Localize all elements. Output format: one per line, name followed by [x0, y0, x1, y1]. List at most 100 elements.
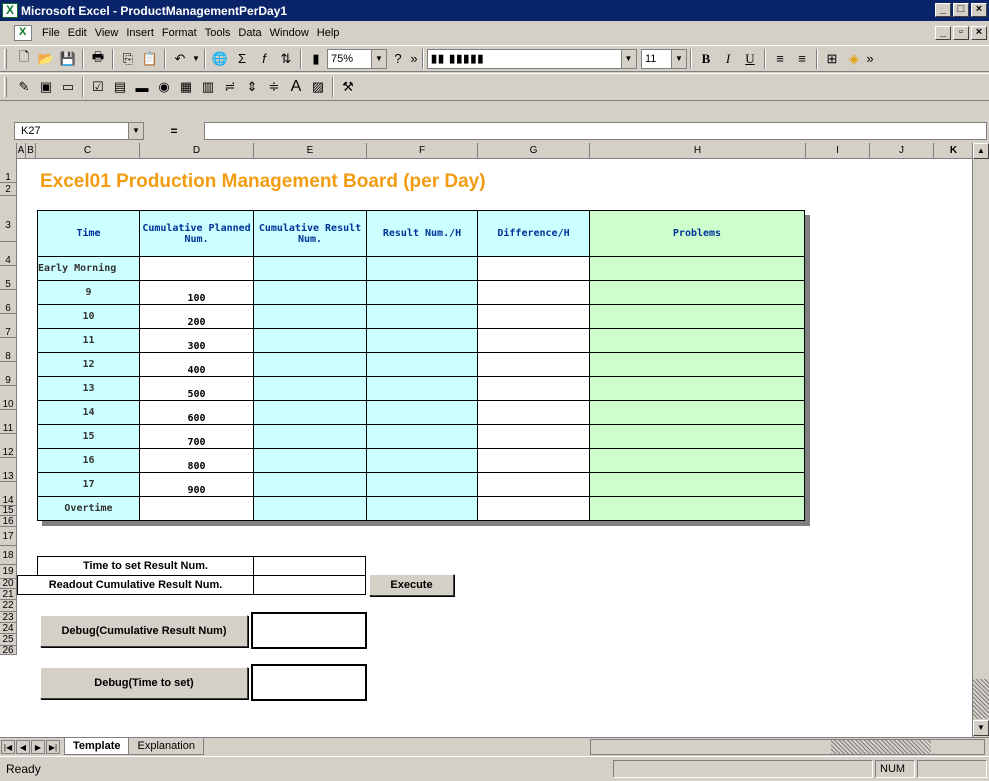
header-difference[interactable]: Difference/H [477, 210, 590, 257]
sort-ascending-icon[interactable]: ⇅ [275, 48, 297, 70]
planned-cell[interactable]: 200 [139, 304, 254, 329]
close-button[interactable]: × [971, 3, 987, 17]
problems-cell[interactable] [589, 496, 805, 521]
maximize-button[interactable]: □ [953, 3, 969, 17]
menu-window[interactable]: Window [266, 27, 313, 39]
toolbar-grip[interactable] [4, 48, 7, 69]
row-header[interactable]: 9 [0, 362, 17, 386]
select-all-corner[interactable] [0, 143, 17, 159]
function-icon[interactable]: f [253, 48, 275, 70]
planned-cell[interactable]: 700 [139, 424, 254, 449]
planned-cell[interactable]: 300 [139, 328, 254, 353]
column-header-c[interactable]: C [36, 143, 140, 159]
copy-icon[interactable]: ⎘ [117, 48, 139, 70]
worksheet-grid[interactable]: A B C D E F G H I J K 1 2 3 4 5 6 7 8 9 10 11 12 13 1… [0, 143, 972, 737]
column-header-j[interactable]: J [870, 143, 934, 159]
time-cell[interactable]: 10 [37, 304, 140, 329]
row-header[interactable]: 23 [0, 612, 17, 623]
row-header[interactable]: 7 [0, 314, 17, 338]
result-per-hour-cell[interactable] [366, 280, 478, 305]
zoom-select[interactable]: 75% ▼ [327, 48, 387, 69]
column-header-g[interactable]: G [478, 143, 590, 159]
formula-input[interactable] [204, 122, 987, 140]
row-header[interactable]: 26 [0, 646, 17, 656]
option-button-icon[interactable]: ◉ [153, 76, 175, 98]
debug-time-button[interactable]: Debug(Time to set) [40, 667, 248, 699]
image-icon[interactable]: ▨ [307, 76, 329, 98]
planned-cell[interactable]: 600 [139, 400, 254, 425]
difference-cell[interactable] [477, 280, 590, 305]
scrollbar-icon[interactable]: ⇕ [241, 76, 263, 98]
header-problems[interactable]: Problems [589, 210, 805, 257]
first-sheet-icon[interactable]: |◀ [1, 739, 15, 754]
menu-help[interactable]: Help [313, 27, 344, 39]
row-header[interactable]: 6 [0, 290, 17, 314]
menu-file[interactable]: File [38, 27, 64, 39]
result-per-hour-cell[interactable] [366, 448, 478, 473]
result-per-hour-cell[interactable] [366, 496, 478, 521]
tools-icon[interactable]: ⚒ [337, 76, 359, 98]
menu-format[interactable]: Format [158, 27, 201, 39]
doc-restore-button[interactable]: ▫ [953, 26, 969, 40]
chevron-down-icon[interactable]: ▼ [128, 123, 143, 139]
combobox-icon[interactable]: ▥ [197, 76, 219, 98]
difference-cell[interactable] [477, 472, 590, 497]
checkbox-control-icon[interactable]: ☑ [87, 76, 109, 98]
difference-cell[interactable] [477, 352, 590, 377]
problems-cell[interactable] [589, 424, 805, 449]
prev-sheet-icon[interactable]: ◀ [16, 739, 30, 754]
header-result-per-hour[interactable]: Result Num./H [366, 210, 478, 257]
result-per-hour-cell[interactable] [366, 352, 478, 377]
difference-cell[interactable] [477, 328, 590, 353]
combo-list-icon[interactable]: ≓ [219, 76, 241, 98]
header-cumulative-result[interactable]: Cumulative Result Num. [253, 210, 367, 257]
row-header[interactable]: 22 [0, 600, 17, 612]
result-cell[interactable] [253, 400, 367, 425]
result-cell[interactable] [253, 352, 367, 377]
row-header[interactable]: 18 [0, 546, 17, 565]
readout-cell[interactable] [253, 575, 366, 595]
difference-cell[interactable] [477, 256, 590, 281]
row-header[interactable]: 19 [0, 565, 17, 579]
align-left-icon[interactable]: ≡ [769, 48, 791, 70]
row-header[interactable]: 15 [0, 506, 17, 516]
column-header-b[interactable]: B [26, 143, 36, 159]
undo-icon[interactable]: ↶ [169, 48, 191, 70]
row-header[interactable]: 10 [0, 386, 17, 410]
problems-cell[interactable] [589, 376, 805, 401]
result-cell[interactable] [253, 424, 367, 449]
groupbox-icon[interactable]: ▣ [35, 76, 57, 98]
difference-cell[interactable] [477, 376, 590, 401]
label-control-icon[interactable]: ✎ [13, 76, 35, 98]
font-size-select[interactable]: 11 ▼ [641, 48, 687, 69]
header-cumulative-planned[interactable]: Cumulative Planned Num. [139, 210, 254, 257]
row-header[interactable]: 24 [0, 623, 17, 634]
difference-cell[interactable] [477, 448, 590, 473]
planned-cell[interactable] [139, 496, 254, 521]
column-header-e[interactable]: E [254, 143, 367, 159]
debug-cumulative-button[interactable]: Debug(Cumulative Result Num) [40, 615, 248, 647]
time-cell[interactable]: Early Morning [37, 256, 140, 281]
menu-insert[interactable]: Insert [122, 27, 158, 39]
time-cell[interactable]: 17 [37, 472, 140, 497]
center-icon[interactable]: ≡ [791, 48, 813, 70]
row-header[interactable]: 5 [0, 266, 17, 290]
button-icon[interactable]: ▬ [131, 76, 153, 98]
problems-cell[interactable] [589, 472, 805, 497]
planned-cell[interactable] [139, 256, 254, 281]
more-buttons-icon[interactable]: » [409, 48, 419, 70]
result-cell[interactable] [253, 328, 367, 353]
time-cell[interactable]: 13 [37, 376, 140, 401]
column-header-f[interactable]: F [367, 143, 478, 159]
time-cell[interactable]: 15 [37, 424, 140, 449]
row-header[interactable]: 8 [0, 338, 17, 362]
listbox-icon[interactable]: ▦ [175, 76, 197, 98]
chevron-down-icon[interactable]: ▼ [671, 49, 686, 68]
planned-cell[interactable]: 400 [139, 352, 254, 377]
difference-cell[interactable] [477, 424, 590, 449]
row-header[interactable]: 16 [0, 516, 17, 527]
more-buttons-icon[interactable]: » [865, 48, 875, 70]
result-cell[interactable] [253, 472, 367, 497]
problems-cell[interactable] [589, 256, 805, 281]
problems-cell[interactable] [589, 280, 805, 305]
